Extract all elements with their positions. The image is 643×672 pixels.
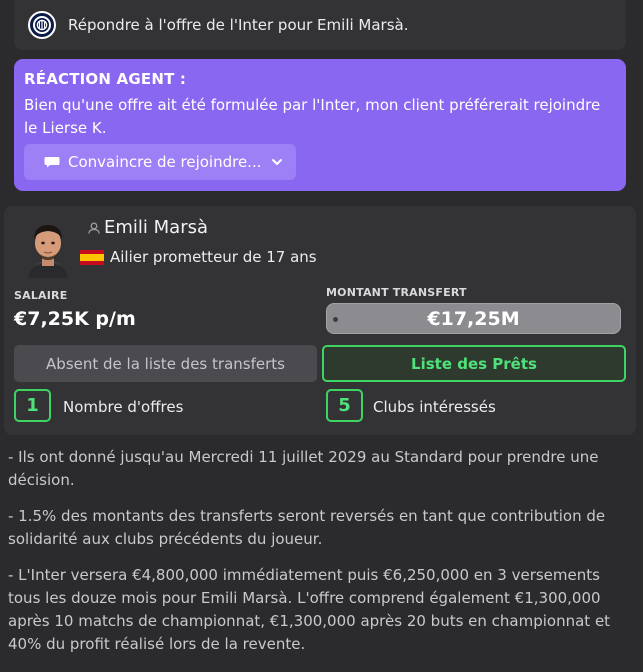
player-name-row: Emili Marsà xyxy=(88,217,208,238)
offer-notes: - Ils ont donné jusqu'au Mercredi 11 jui… xyxy=(8,446,628,669)
person-icon xyxy=(88,222,100,234)
transfer-list-button[interactable]: Absent de la liste des transferts xyxy=(14,345,317,382)
agent-reaction-panel: RÉACTION AGENT : Bien qu'une offre ait é… xyxy=(14,59,626,191)
agent-reaction-message: Bien qu'une offre ait été formulée par l… xyxy=(24,96,601,137)
note-payment-terms: - L'Inter versera €4,800,000 immédiateme… xyxy=(8,566,611,653)
offers-count-badge[interactable]: 1 xyxy=(14,389,51,422)
agent-reaction-title: RÉACTION AGENT : xyxy=(24,70,187,88)
fee-slider-handle[interactable] xyxy=(333,317,338,322)
offer-banner: Répondre à l'offre de l'Inter pour Emili… xyxy=(14,0,626,50)
player-name[interactable]: Emili Marsà xyxy=(104,217,208,238)
interested-clubs-badge[interactable]: 5 xyxy=(326,389,363,422)
chevron-down-icon xyxy=(272,159,283,165)
loan-list-button[interactable]: Liste des Prêts xyxy=(322,345,626,382)
note-deadline: - Ils ont donné jusqu'au Mercredi 11 jui… xyxy=(8,448,599,489)
transfer-fee-amount: €17,25M xyxy=(427,307,520,330)
offer-banner-text: Répondre à l'offre de l'Inter pour Emili… xyxy=(68,16,409,34)
persuade-to-join-dropdown[interactable]: Convaincre de rejoindre... xyxy=(24,144,296,180)
transfer-fee-label: MONTANT TRANSFERT xyxy=(326,286,467,299)
offers-count-label: Nombre d'offres xyxy=(63,398,184,416)
salary-value: €7,25K p/m xyxy=(14,308,136,330)
transfer-fee-value[interactable]: €17,25M xyxy=(326,303,621,334)
player-description: Ailier prometteur de 17 ans xyxy=(110,248,317,266)
player-description-row: Ailier prometteur de 17 ans xyxy=(80,248,317,266)
player-card: Emili Marsà Ailier prometteur de 17 ans … xyxy=(4,206,636,435)
inter-club-crest-icon xyxy=(28,11,56,39)
chat-bubble-icon xyxy=(44,157,60,168)
player-avatar[interactable] xyxy=(22,218,74,278)
spain-flag-icon xyxy=(80,249,104,265)
persuade-button-label: Convaincre de rejoindre... xyxy=(68,153,262,171)
interested-clubs-label: Clubs intéressés xyxy=(373,398,496,416)
note-solidarity: - 1.5% des montants des transferts seron… xyxy=(8,507,606,548)
salary-label: SALAIRE xyxy=(14,289,68,302)
